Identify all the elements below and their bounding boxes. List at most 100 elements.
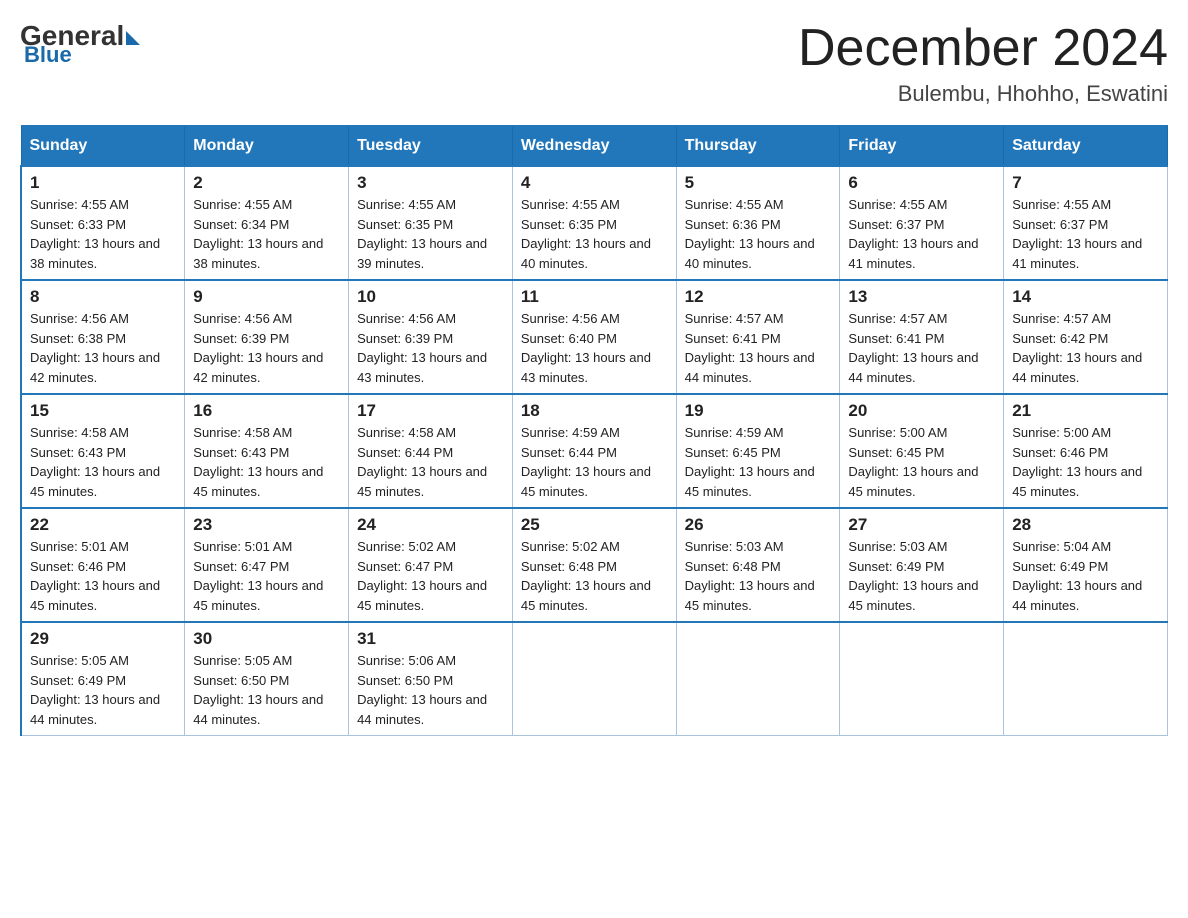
day-info: Sunrise: 5:05 AMSunset: 6:50 PMDaylight:… (193, 651, 340, 729)
day-number: 7 (1012, 173, 1159, 193)
day-number: 24 (357, 515, 504, 535)
day-number: 11 (521, 287, 668, 307)
header-monday: Monday (185, 126, 349, 166)
month-title: December 2024 (798, 20, 1168, 77)
day-number: 5 (685, 173, 832, 193)
calendar-cell: 15Sunrise: 4:58 AMSunset: 6:43 PMDayligh… (21, 394, 185, 508)
calendar-cell: 9Sunrise: 4:56 AMSunset: 6:39 PMDaylight… (185, 280, 349, 394)
calendar-cell (512, 622, 676, 736)
calendar-cell (1004, 622, 1168, 736)
day-info: Sunrise: 5:00 AMSunset: 6:45 PMDaylight:… (848, 423, 995, 501)
calendar-week-row: 22Sunrise: 5:01 AMSunset: 6:46 PMDayligh… (21, 508, 1168, 622)
calendar-cell: 10Sunrise: 4:56 AMSunset: 6:39 PMDayligh… (349, 280, 513, 394)
calendar-cell: 24Sunrise: 5:02 AMSunset: 6:47 PMDayligh… (349, 508, 513, 622)
day-number: 20 (848, 401, 995, 421)
day-number: 10 (357, 287, 504, 307)
calendar-week-row: 8Sunrise: 4:56 AMSunset: 6:38 PMDaylight… (21, 280, 1168, 394)
day-info: Sunrise: 5:01 AMSunset: 6:46 PMDaylight:… (30, 537, 176, 615)
header-sunday: Sunday (21, 126, 185, 166)
logo-triangle-icon (126, 31, 140, 45)
calendar-table: SundayMondayTuesdayWednesdayThursdayFrid… (20, 125, 1168, 736)
calendar-cell (676, 622, 840, 736)
day-info: Sunrise: 4:55 AMSunset: 6:37 PMDaylight:… (848, 195, 995, 273)
calendar-cell: 23Sunrise: 5:01 AMSunset: 6:47 PMDayligh… (185, 508, 349, 622)
header-thursday: Thursday (676, 126, 840, 166)
calendar-cell: 4Sunrise: 4:55 AMSunset: 6:35 PMDaylight… (512, 166, 676, 280)
calendar-cell: 5Sunrise: 4:55 AMSunset: 6:36 PMDaylight… (676, 166, 840, 280)
day-info: Sunrise: 4:56 AMSunset: 6:38 PMDaylight:… (30, 309, 176, 387)
calendar-cell (840, 622, 1004, 736)
calendar-cell: 1Sunrise: 4:55 AMSunset: 6:33 PMDaylight… (21, 166, 185, 280)
day-number: 16 (193, 401, 340, 421)
title-area: December 2024 Bulembu, Hhohho, Eswatini (798, 20, 1168, 107)
day-info: Sunrise: 4:56 AMSunset: 6:39 PMDaylight:… (357, 309, 504, 387)
header-friday: Friday (840, 126, 1004, 166)
day-number: 22 (30, 515, 176, 535)
day-number: 6 (848, 173, 995, 193)
calendar-cell: 26Sunrise: 5:03 AMSunset: 6:48 PMDayligh… (676, 508, 840, 622)
calendar-cell: 11Sunrise: 4:56 AMSunset: 6:40 PMDayligh… (512, 280, 676, 394)
day-number: 21 (1012, 401, 1159, 421)
day-number: 25 (521, 515, 668, 535)
day-info: Sunrise: 4:58 AMSunset: 6:44 PMDaylight:… (357, 423, 504, 501)
day-number: 19 (685, 401, 832, 421)
day-info: Sunrise: 5:06 AMSunset: 6:50 PMDaylight:… (357, 651, 504, 729)
page-header: General Blue December 2024 Bulembu, Hhoh… (20, 20, 1168, 107)
calendar-cell: 2Sunrise: 4:55 AMSunset: 6:34 PMDaylight… (185, 166, 349, 280)
day-number: 30 (193, 629, 340, 649)
day-info: Sunrise: 4:55 AMSunset: 6:35 PMDaylight:… (357, 195, 504, 273)
day-info: Sunrise: 4:55 AMSunset: 6:35 PMDaylight:… (521, 195, 668, 273)
day-info: Sunrise: 5:03 AMSunset: 6:48 PMDaylight:… (685, 537, 832, 615)
calendar-cell: 29Sunrise: 5:05 AMSunset: 6:49 PMDayligh… (21, 622, 185, 736)
header-wednesday: Wednesday (512, 126, 676, 166)
day-number: 29 (30, 629, 176, 649)
day-info: Sunrise: 4:57 AMSunset: 6:42 PMDaylight:… (1012, 309, 1159, 387)
day-number: 13 (848, 287, 995, 307)
day-number: 4 (521, 173, 668, 193)
day-number: 23 (193, 515, 340, 535)
location-title: Bulembu, Hhohho, Eswatini (798, 81, 1168, 107)
day-number: 8 (30, 287, 176, 307)
day-info: Sunrise: 5:04 AMSunset: 6:49 PMDaylight:… (1012, 537, 1159, 615)
day-info: Sunrise: 4:56 AMSunset: 6:39 PMDaylight:… (193, 309, 340, 387)
calendar-cell: 16Sunrise: 4:58 AMSunset: 6:43 PMDayligh… (185, 394, 349, 508)
day-info: Sunrise: 4:55 AMSunset: 6:33 PMDaylight:… (30, 195, 176, 273)
calendar-cell: 6Sunrise: 4:55 AMSunset: 6:37 PMDaylight… (840, 166, 1004, 280)
day-info: Sunrise: 5:01 AMSunset: 6:47 PMDaylight:… (193, 537, 340, 615)
day-info: Sunrise: 5:03 AMSunset: 6:49 PMDaylight:… (848, 537, 995, 615)
day-info: Sunrise: 4:59 AMSunset: 6:45 PMDaylight:… (685, 423, 832, 501)
calendar-cell: 25Sunrise: 5:02 AMSunset: 6:48 PMDayligh… (512, 508, 676, 622)
calendar-week-row: 1Sunrise: 4:55 AMSunset: 6:33 PMDaylight… (21, 166, 1168, 280)
day-number: 12 (685, 287, 832, 307)
day-number: 31 (357, 629, 504, 649)
day-info: Sunrise: 4:57 AMSunset: 6:41 PMDaylight:… (848, 309, 995, 387)
calendar-cell: 3Sunrise: 4:55 AMSunset: 6:35 PMDaylight… (349, 166, 513, 280)
day-info: Sunrise: 4:58 AMSunset: 6:43 PMDaylight:… (30, 423, 176, 501)
calendar-week-row: 15Sunrise: 4:58 AMSunset: 6:43 PMDayligh… (21, 394, 1168, 508)
day-number: 27 (848, 515, 995, 535)
day-info: Sunrise: 5:05 AMSunset: 6:49 PMDaylight:… (30, 651, 176, 729)
day-number: 9 (193, 287, 340, 307)
day-number: 3 (357, 173, 504, 193)
calendar-cell: 27Sunrise: 5:03 AMSunset: 6:49 PMDayligh… (840, 508, 1004, 622)
calendar-cell: 19Sunrise: 4:59 AMSunset: 6:45 PMDayligh… (676, 394, 840, 508)
day-number: 17 (357, 401, 504, 421)
calendar-header-row: SundayMondayTuesdayWednesdayThursdayFrid… (21, 126, 1168, 166)
day-number: 15 (30, 401, 176, 421)
day-number: 14 (1012, 287, 1159, 307)
day-number: 18 (521, 401, 668, 421)
day-number: 2 (193, 173, 340, 193)
day-number: 28 (1012, 515, 1159, 535)
day-info: Sunrise: 4:57 AMSunset: 6:41 PMDaylight:… (685, 309, 832, 387)
logo-blue-text: Blue (24, 42, 72, 68)
header-tuesday: Tuesday (349, 126, 513, 166)
day-info: Sunrise: 4:55 AMSunset: 6:34 PMDaylight:… (193, 195, 340, 273)
calendar-cell: 13Sunrise: 4:57 AMSunset: 6:41 PMDayligh… (840, 280, 1004, 394)
calendar-week-row: 29Sunrise: 5:05 AMSunset: 6:49 PMDayligh… (21, 622, 1168, 736)
day-info: Sunrise: 5:02 AMSunset: 6:48 PMDaylight:… (521, 537, 668, 615)
day-info: Sunrise: 4:56 AMSunset: 6:40 PMDaylight:… (521, 309, 668, 387)
calendar-cell: 14Sunrise: 4:57 AMSunset: 6:42 PMDayligh… (1004, 280, 1168, 394)
calendar-cell: 20Sunrise: 5:00 AMSunset: 6:45 PMDayligh… (840, 394, 1004, 508)
logo: General Blue (20, 20, 140, 68)
calendar-cell: 31Sunrise: 5:06 AMSunset: 6:50 PMDayligh… (349, 622, 513, 736)
